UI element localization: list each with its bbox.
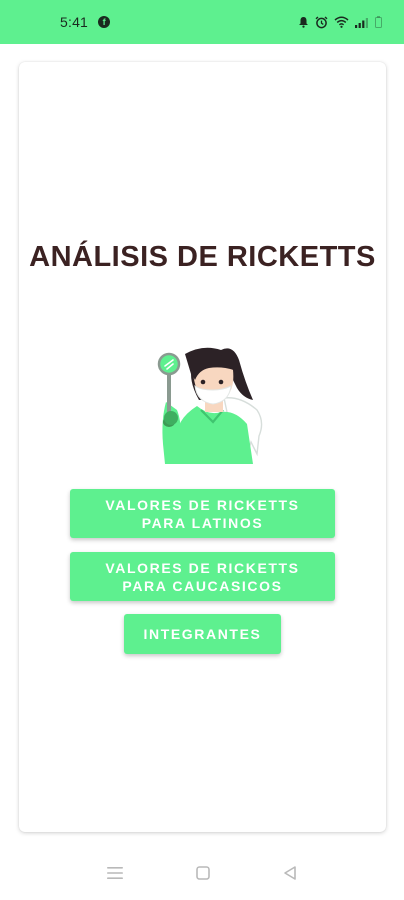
page-title: ANÁLISIS DE RICKETTS [29, 241, 376, 273]
status-icons [298, 15, 382, 29]
home-icon[interactable] [195, 865, 211, 881]
valores-latinos-button[interactable]: VALORES DE RICKETTS PARA LATINOS [70, 489, 335, 538]
valores-caucasicos-button[interactable]: VALORES DE RICKETTS PARA CAUCASICOS [70, 552, 335, 601]
navigation-bar [0, 845, 404, 900]
alarm-icon [315, 15, 328, 28]
dentist-illustration-icon [157, 347, 263, 464]
battery-icon [375, 16, 382, 28]
wifi-icon [334, 16, 349, 28]
integrantes-button[interactable]: INTEGRANTES [124, 614, 281, 654]
status-bar: 5:41 f [0, 0, 404, 44]
back-icon[interactable] [282, 865, 298, 881]
menu-icon[interactable] [106, 866, 124, 880]
status-time: 5:41 [60, 14, 89, 30]
signal-icon [355, 17, 368, 28]
main-card: ANÁLISIS DE RICKETTS VALORES DE RICKETTS… [19, 62, 386, 832]
facebook-icon: f [98, 16, 111, 28]
notification-icon [299, 17, 308, 28]
